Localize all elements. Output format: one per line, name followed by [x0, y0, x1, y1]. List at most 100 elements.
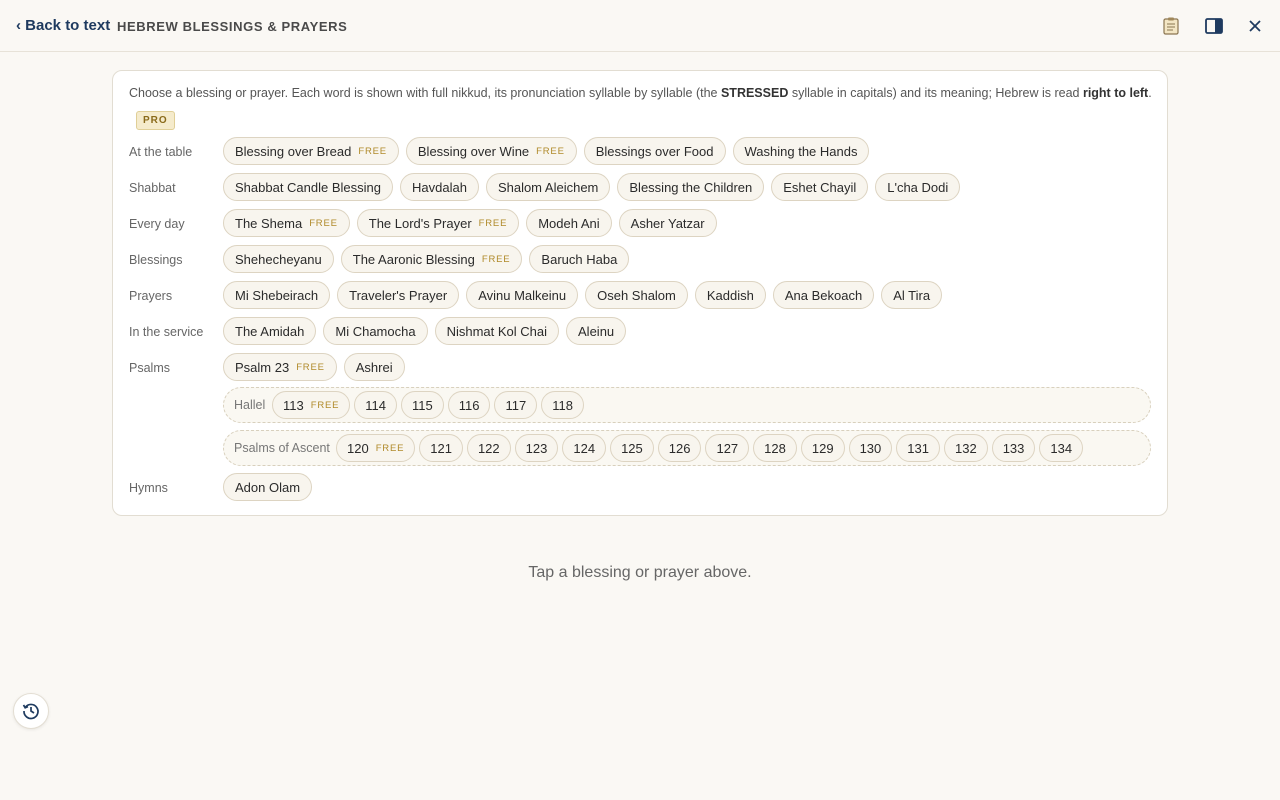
chip-oseh-shalom[interactable]: Oseh Shalom — [585, 281, 688, 309]
chip-blessing-the-children[interactable]: Blessing the Children — [617, 173, 765, 201]
chip-label: 130 — [859, 440, 882, 456]
free-tag: FREE — [478, 217, 508, 229]
history-button[interactable] — [13, 693, 49, 729]
chip-shalom-aleichem[interactable]: Shalom Aleichem — [485, 173, 611, 201]
chip-l-cha-dodi[interactable]: L'cha Dodi — [875, 173, 961, 201]
category-label-in-the-service: In the service — [129, 325, 204, 339]
group-label: Psalms of Ascent — [234, 441, 330, 455]
empty-state-hint: Tap a blessing or prayer above. — [528, 564, 752, 581]
chip-row-blessings: Shehecheyanu The Aaronic Blessing FREE Baru… — [223, 245, 630, 273]
chip-117[interactable]: 117 — [494, 391, 538, 419]
chip-128[interactable]: 128 — [753, 434, 797, 462]
chip-label: The Aaronic Blessing — [352, 251, 475, 267]
chip-shehecheyanu[interactable]: Shehecheyanu — [223, 245, 334, 273]
chip-134[interactable]: 134 — [1039, 434, 1084, 462]
chip-kaddish[interactable]: Kaddish — [694, 281, 766, 309]
chip-label: Psalm 23 — [235, 359, 290, 375]
chip-eshet-chayil[interactable]: Eshet Chayil — [771, 173, 869, 201]
chip-asher-yatzar[interactable]: Asher Yatzar — [618, 209, 717, 237]
chip-label: 127 — [716, 440, 739, 456]
chip-113[interactable]: 113 FREE — [272, 391, 351, 419]
chip-132[interactable]: 132 — [943, 434, 988, 462]
chip-row-shabbat: Shabbat Candle Blessing Havdalah Shalom Al… — [223, 173, 961, 201]
chip-label: 124 — [573, 440, 596, 456]
chip-label: Mi Chamocha — [335, 323, 416, 339]
chip-label: The Shema — [235, 215, 303, 231]
chip-116[interactable]: 116 — [447, 391, 491, 419]
chip-modeh-ani[interactable]: Modeh Ani — [526, 209, 612, 237]
chip-130[interactable]: 130 — [848, 434, 893, 462]
top-bar: ‹ Back to text HEBREW BLESSINGS & PRAYER… — [0, 0, 1280, 52]
chip-123[interactable]: 123 — [514, 434, 559, 462]
chip-133[interactable]: 133 — [991, 434, 1036, 462]
chip-label: Shalom Aleichem — [497, 179, 599, 195]
chip-the-shema[interactable]: The Shema FREE — [223, 209, 350, 237]
chip-label: 118 — [552, 397, 573, 413]
chip-row-every-day: The Shema FREE The Lord's Prayer FREE Modeh … — [223, 209, 717, 237]
chip-baruch-haba[interactable]: Baruch Haba — [529, 245, 630, 273]
chip-label: 115 — [412, 397, 433, 413]
chip-row-at-the-table: Blessing over Bread FREE Blessing over Win… — [223, 137, 870, 165]
category-label-shabbat: Shabbat — [129, 181, 176, 195]
chip-122[interactable]: 122 — [466, 434, 511, 462]
chip-label: Eshet Chayil — [783, 179, 857, 195]
psalm-group-psalms-of-ascent: Psalms of Ascent 120 FREE 121 122 123 124 125 12… — [223, 430, 1151, 466]
chip-havdalah[interactable]: Havdalah — [400, 173, 479, 201]
intro-text: Choose a blessing or prayer. Each word i… — [129, 86, 1152, 100]
chip-label: Baruch Haba — [541, 251, 618, 267]
chip-127[interactable]: 127 — [705, 434, 750, 462]
chip-126[interactable]: 126 — [657, 434, 702, 462]
back-to-text-link[interactable]: ‹ Back to text — [16, 17, 110, 34]
group-chips: 120 FREE 121 122 123 124 125 126 127 128 129 130 131… — [336, 434, 1084, 462]
free-tag: FREE — [309, 217, 338, 229]
chip-125[interactable]: 125 — [610, 434, 654, 462]
chip-blessing-over-bread[interactable]: Blessing over Bread FREE — [223, 137, 399, 165]
chip-al-tira[interactable]: Al Tira — [881, 281, 943, 309]
chip-120[interactable]: 120 FREE — [336, 434, 416, 462]
chip-blessing-over-wine[interactable]: Blessing over Wine FREE — [405, 137, 577, 165]
chip-adon-olam[interactable]: Adon Olam — [223, 473, 313, 501]
chip-the-aaronic-blessing[interactable]: The Aaronic Blessing FREE — [340, 245, 523, 273]
chip-mi-shebeirach[interactable]: Mi Shebeirach — [223, 281, 331, 309]
chip-ashrei[interactable]: Ashrei — [343, 353, 405, 381]
chip-ana-bekoach[interactable]: Ana Bekoach — [772, 281, 875, 309]
chip-115[interactable]: 115 — [401, 391, 444, 419]
chip-label: Blessing over Wine — [417, 143, 530, 159]
chip-label: Al Tira — [893, 287, 931, 303]
chip-label: Adon Olam — [235, 479, 301, 495]
chip-blessings-over-food[interactable]: Blessings over Food — [583, 137, 726, 165]
chip-label: 117 — [505, 397, 527, 413]
close-icon[interactable] — [1243, 14, 1267, 38]
chip-118[interactable]: 118 — [541, 391, 584, 419]
chip-psalm-23[interactable]: Psalm 23 FREE — [223, 353, 337, 381]
chip-shabbat-candle-blessing[interactable]: Shabbat Candle Blessing — [223, 173, 393, 201]
chip-129[interactable]: 129 — [800, 434, 845, 462]
chip-label: Traveler's Prayer — [349, 287, 448, 303]
chip-avinu-malkeinu[interactable]: Avinu Malkeinu — [466, 281, 579, 309]
chip-124[interactable]: 124 — [562, 434, 607, 462]
chip-label: Shehecheyanu — [235, 251, 322, 267]
chip-label: 133 — [1002, 440, 1025, 456]
chip-the-lord-s-prayer[interactable]: The Lord's Prayer FREE — [356, 209, 520, 237]
chip-label: Avinu Malkeinu — [478, 287, 567, 303]
chip-label: 114 — [365, 397, 387, 413]
category-label-every-day: Every day — [129, 217, 185, 231]
chip-114[interactable]: 114 — [354, 391, 398, 419]
side-panel-icon[interactable] — [1202, 14, 1226, 38]
chip-label: Nishmat Kol Chai — [446, 323, 548, 339]
chip-traveler-s-prayer[interactable]: Traveler's Prayer — [337, 281, 460, 309]
page-title: HEBREW BLESSINGS & PRAYERS — [117, 19, 348, 34]
free-tag: FREE — [310, 399, 340, 411]
chip-121[interactable]: 121 — [419, 434, 463, 462]
chip-label: Mi Shebeirach — [235, 287, 319, 303]
chip-row-hymns: Adon Olam — [223, 473, 313, 501]
chip-nishmat-kol-chai[interactable]: Nishmat Kol Chai — [434, 317, 560, 345]
chip-label: 123 — [525, 440, 548, 456]
chip-aleinu[interactable]: Aleinu — [566, 317, 627, 345]
chip-131[interactable]: 131 — [896, 434, 940, 462]
chip-mi-chamocha[interactable]: Mi Chamocha — [323, 317, 428, 345]
chip-the-amidah[interactable]: The Amidah — [223, 317, 317, 345]
chip-label: 129 — [811, 440, 834, 456]
chip-washing-the-hands[interactable]: Washing the Hands — [732, 137, 870, 165]
notes-icon[interactable] — [1159, 14, 1183, 38]
